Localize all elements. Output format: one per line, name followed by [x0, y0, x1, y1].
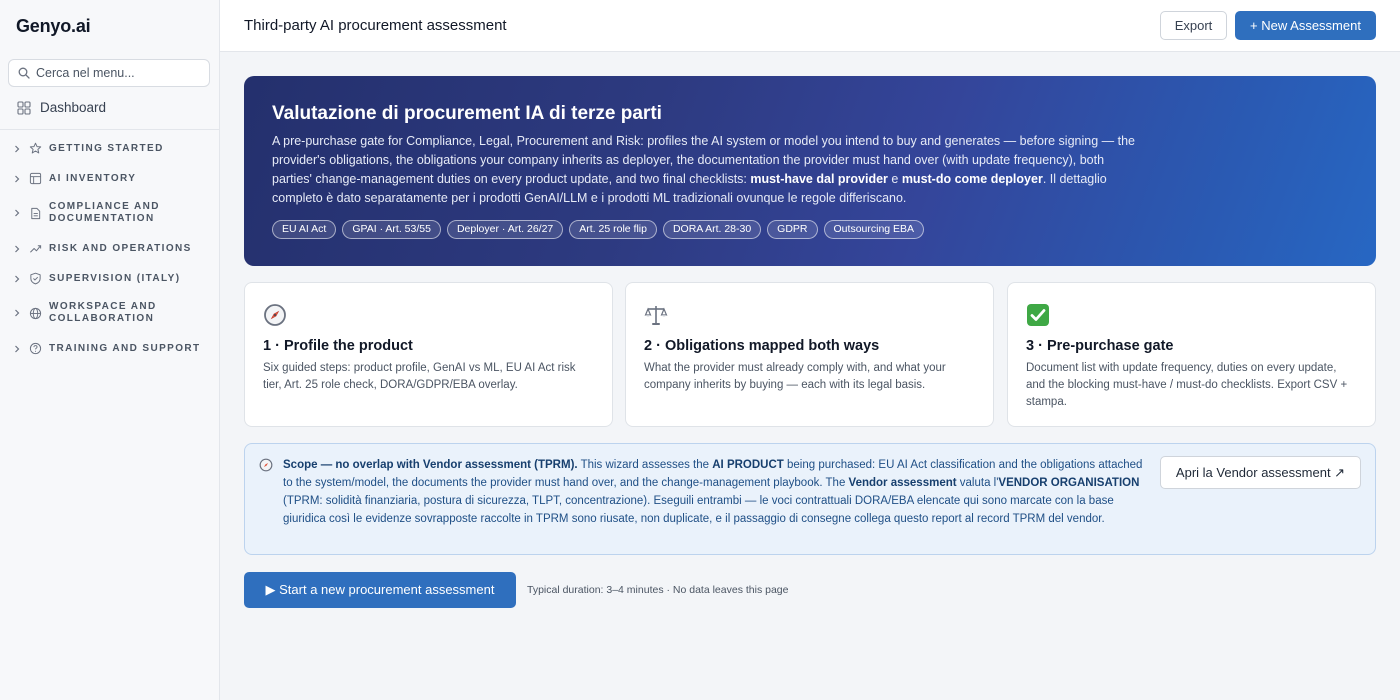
regulation-tag: Deployer · Art. 26/27	[446, 220, 564, 239]
sidebar-group-ai-inventory[interactable]: AI INVENTORY	[0, 172, 136, 185]
sidebar-item-dashboard[interactable]: Dashboard	[0, 92, 219, 130]
sidebar-group-label: RISK AND OPERATIONS	[49, 242, 192, 254]
page-title: Third-party AI procurement assessment	[244, 17, 507, 34]
regulation-tag: GDPR	[767, 220, 818, 239]
step-card-gate: 3 · Pre-purchase gate Document list with…	[1007, 282, 1376, 427]
sidebar-item-label: Dashboard	[40, 100, 107, 115]
chevron-right-icon	[15, 145, 20, 152]
sidebar-group-label: AI INVENTORY	[49, 172, 137, 184]
chevron-right-icon	[15, 175, 20, 182]
scope-text: Scope — no overlap with Vendor assessmen…	[283, 456, 1153, 528]
regulation-tags: EU AI Act GPAI · Art. 53/55 Deployer · A…	[272, 220, 1348, 239]
hero-text: e	[887, 172, 902, 186]
chevron-right-icon	[15, 345, 20, 352]
sidebar-group-label: SUPERVISION (ITALY)	[49, 272, 181, 284]
menu-search-input[interactable]	[36, 66, 196, 80]
regulation-tag: DORA Art. 28-30	[662, 220, 762, 239]
globe-icon	[29, 307, 42, 319]
scope-bold: VENDOR ORGANISATION	[998, 477, 1140, 489]
scope-bold: Vendor assessment	[848, 477, 957, 489]
chevron-right-icon	[15, 309, 20, 317]
compass-icon	[259, 458, 273, 472]
scope-span: (TPRM: solidità finanziaria, postura di …	[283, 495, 1114, 525]
shield-icon	[30, 272, 41, 285]
export-button[interactable]: Export	[1160, 11, 1227, 40]
sidebar-group-label: GETTING STARTED	[49, 142, 164, 154]
sidebar-group-label: COMPLIANCE AND DOCUMENTATION	[49, 201, 160, 224]
duration-note: Typical duration: 3–4 minutes · No data …	[527, 584, 789, 596]
hero-banner: Valutazione di procurement IA di terze p…	[244, 76, 1376, 266]
grid-icon	[17, 100, 31, 115]
step-card-obligations: 2 · Obligations mapped both ways What th…	[625, 282, 994, 427]
sidebar-group-training[interactable]: TRAINING AND SUPPORT	[0, 342, 201, 355]
card-text: Six guided steps: product profile, GenAI…	[263, 362, 576, 391]
sidebar-group-supervision[interactable]: SUPERVISION (ITALY)	[0, 272, 180, 285]
hero-title: Valutazione di procurement IA di terze p…	[272, 103, 662, 124]
menu-search-box[interactable]	[8, 59, 210, 87]
sidebar-group-getting-started[interactable]: GETTING STARTED	[0, 142, 164, 155]
scales-icon	[644, 306, 668, 325]
step-card-profile: 1 · Profile the product Six guided steps…	[244, 282, 613, 427]
sidebar-group-risk[interactable]: RISK AND OPERATIONS	[0, 242, 192, 255]
sidebar: Genyo.ai Dashboard GETTING STARTED AI IN…	[0, 0, 220, 700]
regulation-tag: EU AI Act	[272, 220, 337, 239]
sidebar-group-compliance[interactable]: COMPLIANCE AND DOCUMENTATION	[0, 201, 200, 225]
compass-icon	[264, 304, 286, 326]
regulation-tag: Art. 25 role flip	[569, 220, 657, 239]
sidebar-group-label: TRAINING AND SUPPORT	[49, 342, 201, 354]
card-title: 2 · Obligations mapped both ways	[644, 338, 880, 354]
search-icon	[18, 67, 30, 79]
help-icon	[29, 342, 42, 355]
card-title: 3 · Pre-purchase gate	[1026, 338, 1174, 354]
scope-bold: AI PRODUCT	[712, 459, 784, 471]
sidebar-group-workspace[interactable]: WORKSPACE AND COLLABORATION	[0, 301, 200, 325]
top-header: Third-party AI procurement assessment Ex…	[220, 0, 1400, 52]
brand-logo[interactable]: Genyo.ai	[0, 0, 219, 52]
table-icon	[29, 172, 42, 185]
regulation-tag: Outsourcing EBA	[823, 220, 925, 239]
card-text: What the provider must already comply wi…	[644, 362, 946, 391]
star-icon	[29, 142, 42, 154]
card-text: Document list with update frequency, dut…	[1026, 362, 1348, 408]
regulation-tag: GPAI · Art. 53/55	[342, 220, 441, 239]
start-assessment-button[interactable]: ▶ Start a new procurement assessment	[244, 572, 516, 608]
open-vendor-assessment-button[interactable]: Apri la Vendor assessment ↗	[1160, 456, 1361, 489]
hero-bold: must-have dal provider	[750, 172, 888, 186]
chevron-right-icon	[15, 275, 20, 282]
hero-description: A pre-purchase gate for Compliance, Lega…	[272, 132, 1142, 208]
check-icon	[1027, 304, 1049, 326]
scope-bold: Scope — no overlap with Vendor assessmen…	[283, 459, 578, 471]
scope-span: valuta l'	[956, 477, 999, 489]
document-icon	[31, 207, 41, 219]
trend-icon	[30, 245, 42, 253]
sidebar-group-label: WORKSPACE AND COLLABORATION	[49, 301, 157, 324]
scope-span: This wizard assesses the	[577, 459, 713, 471]
card-title: 1 · Profile the product	[263, 338, 413, 354]
hero-bold: must-do come deployer	[901, 172, 1043, 186]
scope-notice: Scope — no overlap with Vendor assessmen…	[244, 443, 1376, 555]
chevron-right-icon	[15, 245, 20, 252]
new-assessment-button[interactable]: + New Assessment	[1235, 11, 1376, 40]
chevron-right-icon	[15, 209, 20, 217]
